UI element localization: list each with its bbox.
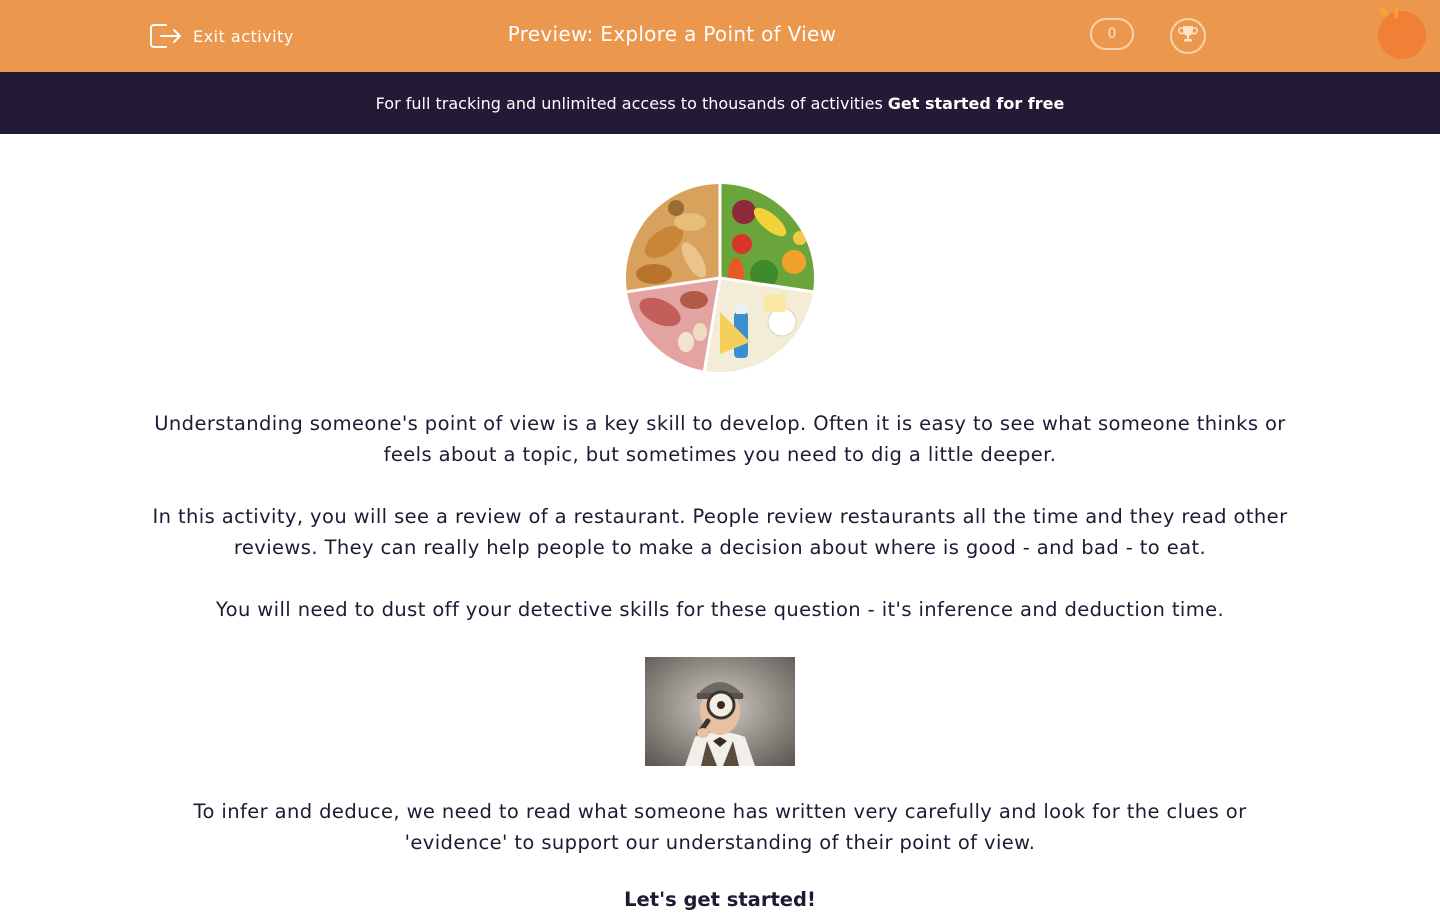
promo-banner: For full tracking and unlimited access t… [0,72,1440,134]
boy-detective-image [645,657,795,766]
intro-paragraph-2: In this activity, you will see a review … [152,505,1288,559]
trophy-icon [1177,23,1199,49]
get-started-link[interactable]: Get started for free [888,94,1065,113]
intro-paragraph-3: You will need to dust off your detective… [215,598,1225,621]
activity-title: Preview: Explore a Point of View [507,22,837,46]
top-bar: Exit activity Preview: Explore a Point o… [0,0,1440,72]
exit-activity-button[interactable]: Exit activity [149,20,294,52]
score-badge: 0 [1090,18,1134,50]
exit-activity-label: Exit activity [193,26,294,46]
intro-paragraph-1: Understanding someone's point of view is… [154,412,1286,466]
orange-logo-icon [1372,4,1432,66]
promo-text: For full tracking and unlimited access t… [375,93,883,113]
food-groups-wheel-image [624,182,816,378]
intro-paragraph-4: To infer and deduce, we need to read wha… [193,800,1247,854]
trophy-button[interactable] [1170,18,1206,54]
exit-icon [149,21,183,51]
